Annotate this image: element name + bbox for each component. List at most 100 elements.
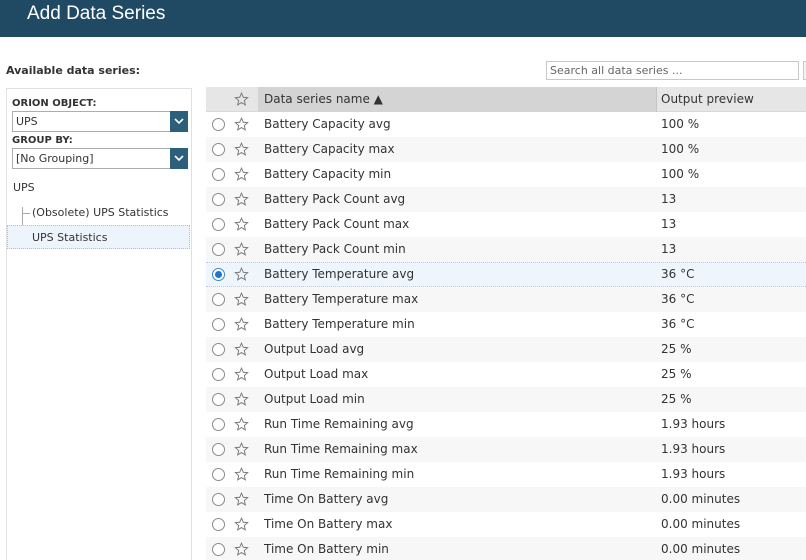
row-radio[interactable] [212, 268, 225, 281]
star-icon[interactable] [234, 242, 249, 257]
dialog-title: Add Data Series [27, 3, 166, 24]
tree-item-obsolete-ups-statistics[interactable]: (Obsolete) UPS Statistics [32, 206, 169, 219]
star-icon[interactable] [234, 442, 249, 457]
orion-object-label: ORION OBJECT: [12, 98, 97, 109]
series-preview: 13 [661, 242, 677, 256]
row-radio[interactable] [212, 118, 225, 131]
series-name: Run Time Remaining min [264, 467, 415, 481]
orion-object-select[interactable]: UPS [12, 111, 188, 132]
star-icon[interactable] [234, 142, 249, 157]
star-icon[interactable] [234, 492, 249, 507]
star-icon[interactable] [234, 542, 249, 557]
tree-connector [22, 213, 30, 214]
column-header-preview[interactable]: Output preview [661, 92, 754, 106]
row-radio[interactable] [212, 243, 225, 256]
row-radio[interactable] [212, 418, 225, 431]
series-preview: 36 °C [661, 292, 695, 306]
series-name: Time On Battery avg [264, 492, 389, 506]
series-preview: 36 °C [661, 317, 695, 331]
table-row[interactable]: Run Time Remaining max 1.93 hours [206, 437, 806, 462]
series-preview: 1.93 hours [661, 467, 726, 481]
series-name: Output Load min [264, 392, 365, 406]
group-by-value: [No Grouping] [16, 152, 94, 165]
series-preview: 25 % [661, 392, 692, 406]
series-preview: 100 % [661, 117, 700, 131]
series-name: Output Load avg [264, 342, 365, 356]
row-radio[interactable] [212, 168, 225, 181]
table-row[interactable]: Battery Temperature avg 36 °C [206, 262, 806, 287]
star-icon[interactable] [234, 467, 249, 482]
series-name: Battery Capacity min [264, 167, 392, 181]
star-icon[interactable] [234, 392, 249, 407]
star-icon [234, 92, 249, 106]
column-header-name[interactable]: Data series name ▲ [258, 87, 656, 112]
table-row[interactable]: Run Time Remaining avg 1.93 hours [206, 412, 806, 437]
orion-object-value: UPS [16, 115, 38, 128]
row-radio[interactable] [212, 218, 225, 231]
row-radio[interactable] [212, 393, 225, 406]
table-row[interactable]: Output Load avg 25 % [206, 337, 806, 362]
row-radio[interactable] [212, 318, 225, 331]
series-name: Run Time Remaining avg [264, 417, 414, 431]
star-icon[interactable] [234, 292, 249, 307]
series-name: Run Time Remaining max [264, 442, 418, 456]
group-by-select[interactable]: [No Grouping] [12, 148, 188, 169]
star-icon[interactable] [234, 217, 249, 232]
row-radio[interactable] [212, 543, 225, 556]
left-panel: ORION OBJECT: UPS GROUP BY: [No Grouping… [6, 88, 192, 560]
table-row[interactable]: Run Time Remaining min 1.93 hours [206, 462, 806, 487]
row-radio[interactable] [212, 143, 225, 156]
table-row[interactable]: Battery Capacity max 100 % [206, 137, 806, 162]
series-preview: 0.00 minutes [661, 492, 741, 506]
group-by-label: GROUP BY: [12, 135, 73, 146]
row-radio[interactable] [212, 493, 225, 506]
row-radio[interactable] [212, 468, 225, 481]
table-row[interactable]: Output Load max 25 % [206, 362, 806, 387]
series-name: Battery Pack Count min [264, 242, 406, 256]
star-icon[interactable] [234, 517, 249, 532]
table-row[interactable]: Battery Pack Count max 13 [206, 212, 806, 237]
star-icon[interactable] [234, 417, 249, 432]
star-icon[interactable] [234, 167, 249, 182]
table-row[interactable]: Battery Capacity min 100 % [206, 162, 806, 187]
data-series-grid: Data series name ▲ Output preview Batter… [206, 87, 806, 560]
row-radio[interactable] [212, 443, 225, 456]
tree-root-ups[interactable]: UPS [13, 181, 35, 194]
series-preview: 100 % [661, 142, 700, 156]
table-row[interactable]: Battery Temperature min 36 °C [206, 312, 806, 337]
table-row[interactable]: Time On Battery max 0.00 minutes [206, 512, 806, 537]
star-icon[interactable] [234, 342, 249, 357]
series-name: Output Load max [264, 367, 369, 381]
row-radio[interactable] [212, 518, 225, 531]
column-header-name-label: Data series name ▲ [264, 92, 383, 106]
star-icon[interactable] [234, 117, 249, 132]
table-row[interactable]: Battery Temperature max 36 °C [206, 287, 806, 312]
chevron-down-icon[interactable] [170, 111, 188, 132]
table-row[interactable]: Battery Pack Count avg 13 [206, 187, 806, 212]
search-input[interactable] [546, 61, 799, 80]
row-radio[interactable] [212, 293, 225, 306]
series-preview: 36 °C [661, 267, 695, 281]
series-preview: 0.00 minutes [661, 517, 741, 531]
row-radio[interactable] [212, 368, 225, 381]
star-icon[interactable] [234, 267, 249, 282]
star-icon[interactable] [234, 192, 249, 207]
star-icon[interactable] [234, 367, 249, 382]
row-radio[interactable] [212, 193, 225, 206]
dialog-header: Add Data Series [0, 0, 806, 37]
series-preview: 100 % [661, 167, 700, 181]
series-preview: 13 [661, 192, 677, 206]
series-preview: 1.93 hours [661, 417, 726, 431]
table-row[interactable]: Battery Pack Count min 13 [206, 237, 806, 262]
table-row[interactable]: Time On Battery min 0.00 minutes [206, 537, 806, 560]
chevron-down-icon[interactable] [170, 148, 188, 169]
tree-item-ups-statistics[interactable]: UPS Statistics [32, 231, 107, 244]
grid-header: Data series name ▲ Output preview [206, 87, 806, 112]
table-row[interactable]: Battery Capacity avg 100 % [206, 112, 806, 137]
series-name: Battery Pack Count avg [264, 192, 406, 206]
table-row[interactable]: Output Load min 25 % [206, 387, 806, 412]
star-icon[interactable] [234, 317, 249, 332]
series-preview: 1.93 hours [661, 442, 726, 456]
table-row[interactable]: Time On Battery avg 0.00 minutes [206, 487, 806, 512]
row-radio[interactable] [212, 343, 225, 356]
